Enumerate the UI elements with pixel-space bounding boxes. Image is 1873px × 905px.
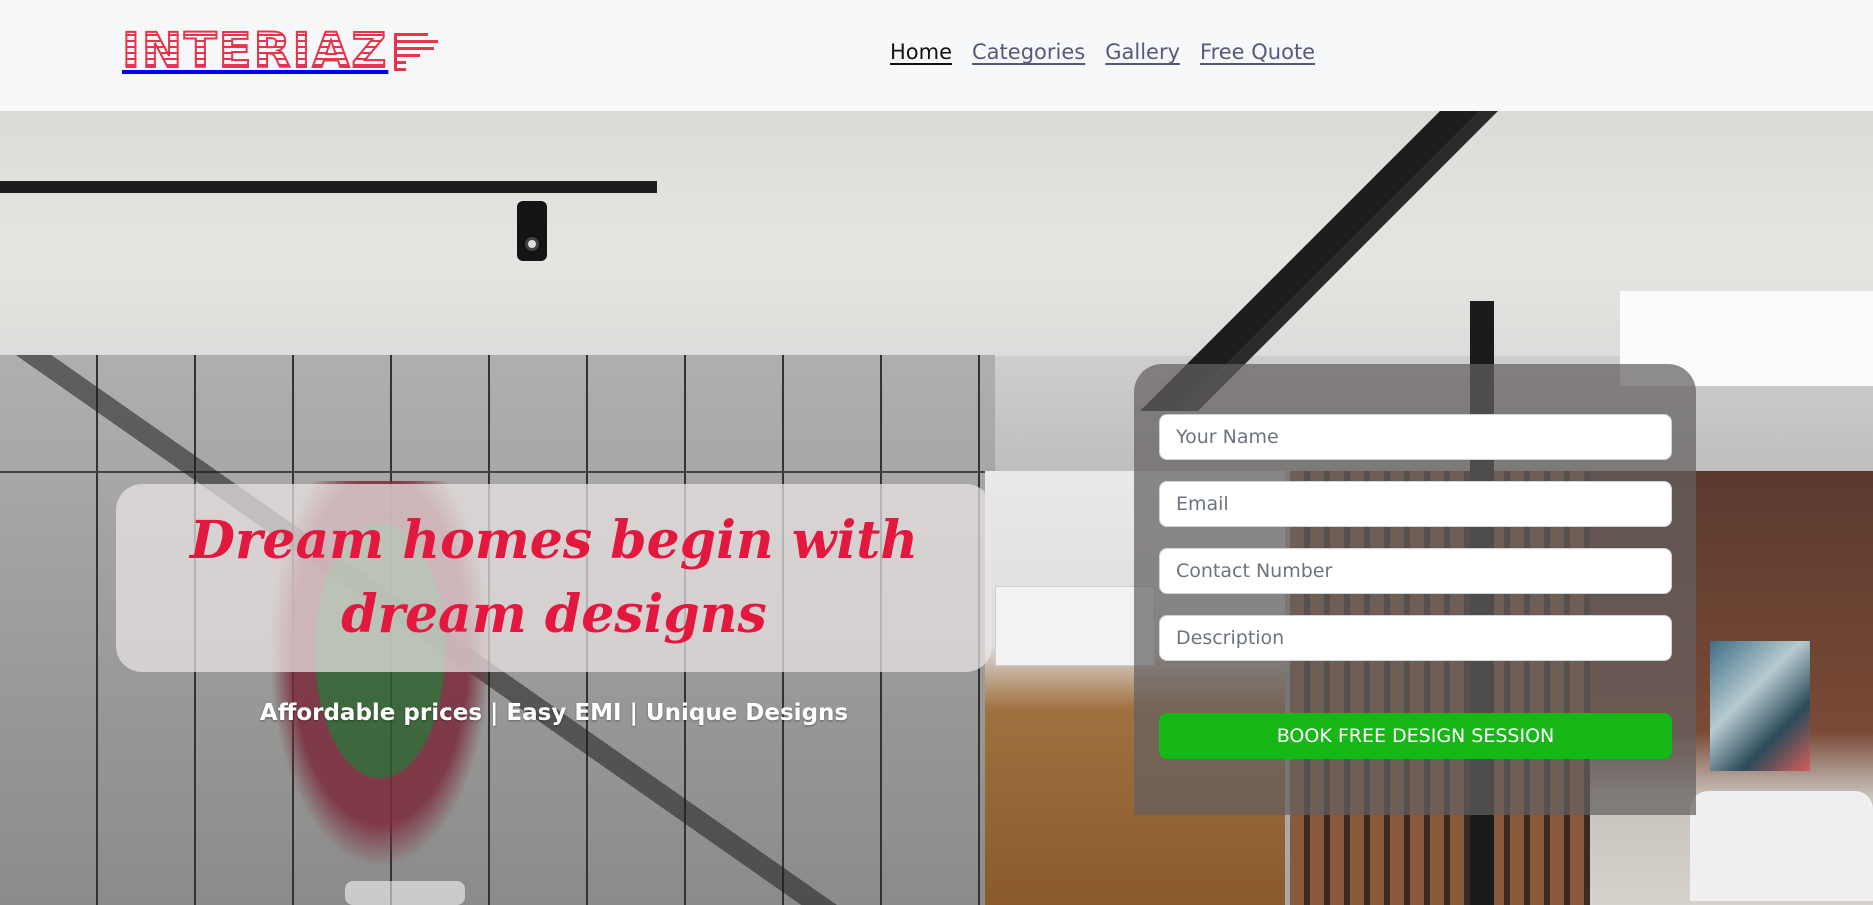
spotlight-lens xyxy=(525,237,539,251)
email-field[interactable] xyxy=(1159,481,1672,527)
headline-card: Dream homes begin with dream designs xyxy=(116,484,992,672)
glass-vase xyxy=(345,881,465,905)
nav-link-categories[interactable]: Categories xyxy=(972,40,1085,64)
main-nav: Home Categories Gallery Free Quote xyxy=(890,40,1315,64)
sofa xyxy=(1690,791,1873,901)
book-free-design-session-button[interactable]: BOOK FREE DESIGN SESSION xyxy=(1159,713,1672,759)
kitchen-cabinet xyxy=(995,586,1155,666)
striped-arrow-logo-icon xyxy=(394,33,439,71)
site-header: INTERIAZ Home Categories Gallery Free Qu… xyxy=(0,0,1873,111)
contact-number-field[interactable] xyxy=(1159,548,1672,594)
description-field[interactable] xyxy=(1159,615,1672,661)
nav-link-free-quote[interactable]: Free Quote xyxy=(1200,40,1315,64)
spotlight-fixture xyxy=(517,201,547,261)
hero-tagline: Affordable prices | Easy EMI | Unique De… xyxy=(259,700,849,726)
name-field[interactable] xyxy=(1159,414,1672,460)
hero-headline: Dream homes begin with dream designs xyxy=(189,510,919,645)
wall-artwork xyxy=(1710,641,1810,771)
logo-wordmark: INTERIAZ xyxy=(121,23,389,79)
track-light-rail xyxy=(0,181,657,193)
nav-link-gallery[interactable]: Gallery xyxy=(1105,40,1180,64)
hero-background-ceiling xyxy=(0,111,1873,356)
nav-link-home[interactable]: Home xyxy=(890,40,952,64)
site-logo[interactable]: INTERIAZ xyxy=(121,23,440,79)
